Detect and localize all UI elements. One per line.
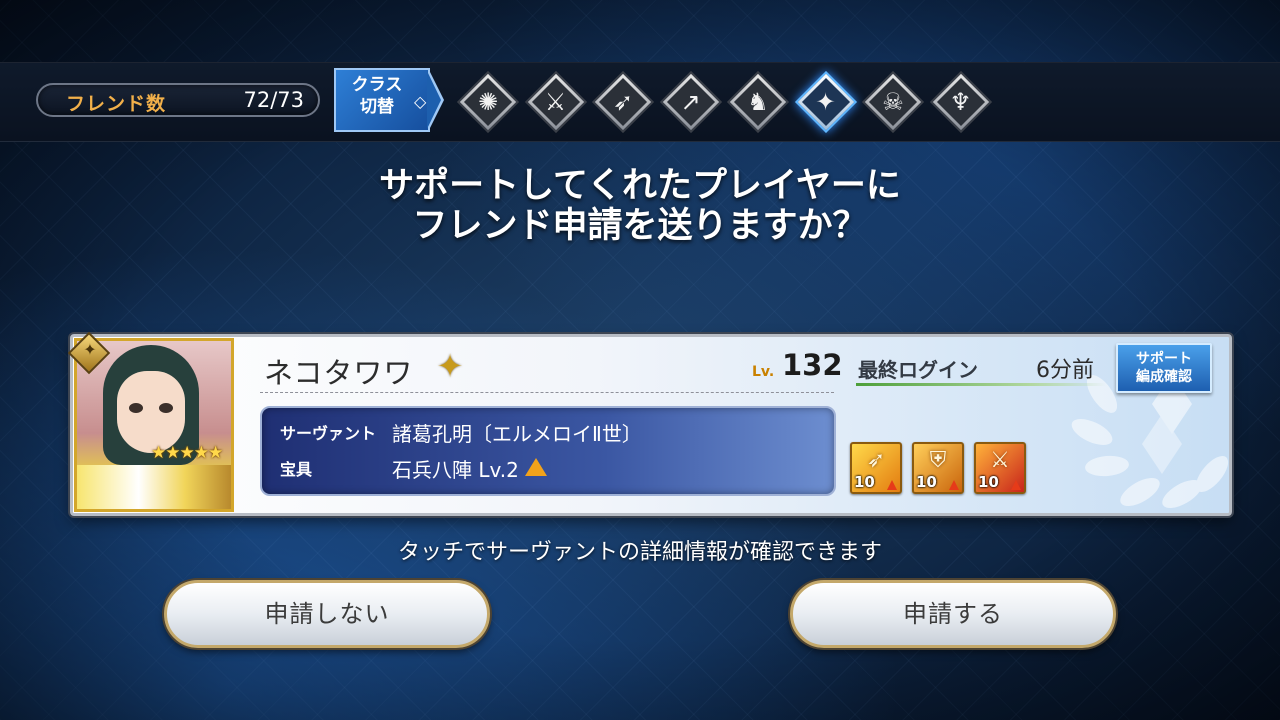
decline-request-button[interactable]: 申請しない	[164, 580, 490, 648]
name-divider	[260, 392, 834, 393]
skill-up-arrow-icon	[949, 480, 959, 490]
support-player-card[interactable]: ★★★★★ ✦ ネコタワワ ✦ Lv. 132 最終ログイン 6分前 サポート編…	[67, 331, 1232, 516]
last-login-underline	[856, 383, 1106, 386]
caster-class-icon[interactable]: ✦	[794, 70, 858, 134]
support-formation-button[interactable]: サポート 編成確認	[1116, 343, 1212, 393]
friend-count-display: フレンド数 72/73	[36, 83, 320, 117]
class-filter-bar: フレンド数 72/73 クラス 切替 ◇ ✺ ⚔ ➶ ↗ ♞ ✦ ☠ ♆	[0, 62, 1280, 142]
friend-request-prompt: サポートしてくれたプレイヤーに フレンド申請を送りますか？	[0, 166, 1280, 246]
send-request-button[interactable]: 申請する	[790, 580, 1116, 648]
rider-class-icon[interactable]: ♞	[726, 70, 790, 134]
assassin-class-icon[interactable]: ☠	[861, 70, 925, 134]
player-emblem-icon: ✦	[436, 347, 464, 385]
lancer-class-icon[interactable]: ↗	[659, 70, 723, 134]
last-login-value: 6分前	[1036, 358, 1094, 383]
friend-count-label: フレンド数	[66, 93, 167, 115]
level-label: Lv.	[752, 364, 775, 380]
servant-label: サーヴァント	[280, 424, 377, 443]
skill-1-icon: ➶ 10	[850, 442, 902, 494]
servant-info-box: サーヴァント 諸葛孔明〔エルメロイⅡ世〕 宝具 石兵八陣 Lv.2	[260, 406, 836, 496]
skill-level: 10	[978, 473, 999, 491]
support-formation-label: サポート 編成確認	[1136, 351, 1192, 385]
player-level: 132	[782, 348, 843, 382]
prompt-line-2: フレンド申請を送りますか？	[412, 206, 868, 246]
all-class-icon[interactable]: ✺	[456, 70, 520, 134]
touch-hint: タッチでサーヴァントの詳細情報が確認できます	[397, 540, 882, 565]
player-name: ネコタワワ	[264, 356, 414, 390]
class-switch-label: クラス 切替	[351, 75, 403, 117]
noble-phantasm-value: 石兵八陣 Lv.2	[392, 458, 519, 482]
class-badge-glyph: ✦	[83, 340, 97, 359]
berserker-class-icon[interactable]: ♆	[929, 70, 993, 134]
archer-class-icon[interactable]: ➶	[591, 70, 655, 134]
skill-up-arrow-icon	[887, 480, 897, 490]
skill-level: 10	[854, 473, 875, 491]
skill-up-arrow-icon	[1011, 480, 1021, 490]
prompt-line-1: サポートしてくれたプレイヤーに	[379, 166, 901, 206]
skill-3-icon: ⚔ 10	[974, 442, 1026, 494]
craft-essence-image	[77, 465, 231, 509]
class-switch-button[interactable]: クラス 切替 ◇	[334, 68, 444, 132]
rarity-stars: ★★★★★	[151, 443, 223, 463]
last-login-label: 最終ログイン	[858, 358, 978, 382]
noble-phantasm-label: 宝具	[280, 460, 313, 479]
skill-2-icon: ⛨ 10	[912, 442, 964, 494]
skill-level: 10	[916, 473, 937, 491]
chevron-right-icon: ◇	[414, 92, 427, 111]
friend-count-value: 72/73	[243, 88, 304, 112]
np-level-up-icon	[525, 458, 547, 476]
servant-name: 諸葛孔明〔エルメロイⅡ世〕	[392, 422, 642, 446]
saber-class-icon[interactable]: ⚔	[524, 70, 588, 134]
